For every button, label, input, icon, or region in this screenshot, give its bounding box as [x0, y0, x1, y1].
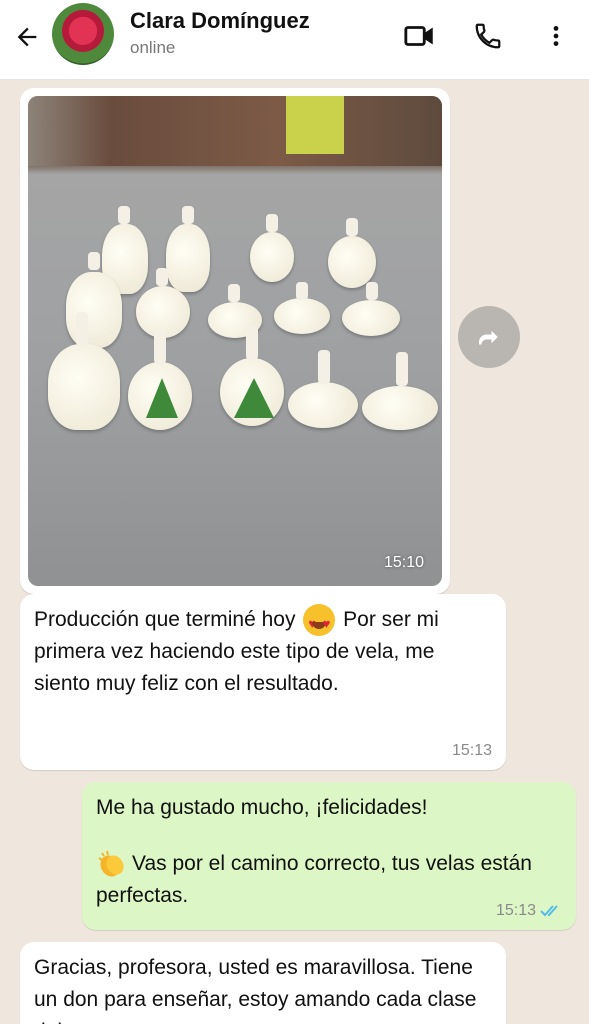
message-text: Gracias, profesora, usted es maravillosa… — [34, 956, 477, 1024]
message-text-line: Me ha gustado mucho, ¡felicidades! — [96, 796, 428, 819]
image-timestamp: 15:10 — [383, 554, 424, 571]
candle-wick — [246, 326, 258, 360]
candle-wick — [228, 284, 240, 302]
video-camera-icon — [404, 26, 433, 46]
candle-wick — [88, 252, 100, 270]
more-options-button[interactable] — [536, 16, 576, 56]
candle-wick — [266, 214, 278, 232]
candle-wick — [182, 206, 194, 224]
tree-decoration — [234, 378, 274, 418]
contact-name[interactable]: Clara Domínguez — [130, 8, 310, 34]
chat-area[interactable]: 15:10 Producción que terminé hoy Por ser… — [0, 80, 589, 1024]
candle — [328, 236, 376, 288]
message-timestamp: 15:13 — [452, 742, 492, 760]
kebab-menu-icon — [553, 26, 559, 46]
candle-wick — [76, 312, 88, 346]
candle-wick — [396, 352, 408, 386]
arrow-left-icon — [17, 27, 37, 47]
double-check-icon — [540, 905, 558, 917]
candle-wick — [346, 218, 358, 236]
candle — [342, 300, 400, 336]
message-text-line: Vas por el camino correcto, tus velas es… — [96, 852, 532, 908]
chat-header: Clara Domínguez online — [0, 0, 589, 80]
message-time-text: 15:13 — [451, 742, 492, 759]
message-text: Producción que terminé hoy Por ser mi pr… — [34, 604, 492, 700]
contact-status: online — [130, 38, 176, 57]
voice-call-button[interactable] — [468, 16, 508, 56]
candle-wick — [156, 268, 168, 286]
clapping-hands-emoji-icon — [98, 851, 124, 877]
candle-wick — [366, 282, 378, 300]
phone-icon — [475, 23, 501, 49]
candle-wick — [296, 282, 308, 300]
message-timestamp: 15:13 — [496, 902, 562, 920]
candle — [274, 298, 330, 334]
message-text-part: Producción que terminé hoy — [34, 608, 302, 631]
message-text: Me ha gustado mucho, ¡felicidades! — [96, 792, 562, 824]
candles-photo[interactable]: 15:10 — [28, 96, 442, 586]
forward-icon — [479, 330, 498, 345]
back-button[interactable] — [10, 20, 44, 54]
heart-eyes-emoji-icon — [303, 604, 336, 640]
outgoing-message[interactable]: Me ha gustado mucho, ¡felicidades! Vas p… — [82, 782, 576, 930]
candle — [166, 224, 210, 292]
forward-button[interactable] — [458, 306, 520, 368]
candle — [48, 344, 120, 430]
candle — [362, 386, 438, 430]
video-call-button[interactable] — [400, 16, 440, 56]
candle — [250, 232, 294, 282]
candle-wick — [318, 350, 330, 384]
image-message[interactable]: 15:10 — [20, 88, 450, 594]
photo-background-wall — [28, 96, 442, 166]
candle — [66, 272, 122, 348]
incoming-message[interactable]: Producción que terminé hoy Por ser mi pr… — [20, 594, 506, 770]
candle-wick — [154, 330, 166, 364]
message-time-text: 15:13 — [495, 902, 536, 919]
candle — [288, 382, 358, 428]
candle-wick — [118, 206, 130, 224]
tree-decoration — [146, 378, 178, 418]
photo-yellow-bag — [286, 96, 344, 154]
contact-avatar[interactable] — [52, 3, 114, 65]
message-text: Vas por el camino correcto, tus velas es… — [96, 848, 562, 912]
incoming-message[interactable]: Gracias, profesora, usted es maravillosa… — [20, 942, 506, 1024]
